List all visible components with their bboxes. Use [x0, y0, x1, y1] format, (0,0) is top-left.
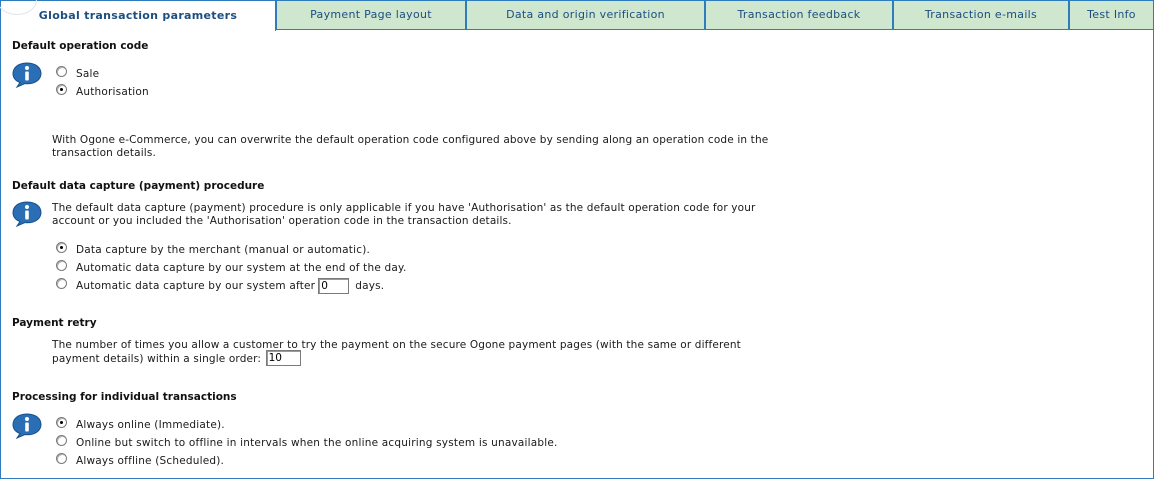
radio-button[interactable]: [56, 417, 67, 428]
radio-label: Authorisation: [76, 86, 149, 98]
radio-button[interactable]: [56, 66, 67, 77]
section-heading-default-operation: Default operation code: [12, 40, 149, 52]
radio-option-authorisation[interactable]: Authorisation: [56, 84, 149, 100]
radio-option-capture-after-days[interactable]: Automatic data capture by our system aft…: [56, 278, 384, 294]
tab-transaction-emails[interactable]: Transaction e-mails: [893, 0, 1069, 30]
info-icon: [12, 62, 42, 88]
section-heading-data-capture: Default data capture (payment) procedure: [12, 180, 265, 192]
radio-label: Online but switch to offline in interval…: [76, 437, 558, 449]
radio-option-sale[interactable]: Sale: [56, 66, 99, 82]
radio-button[interactable]: [56, 84, 67, 95]
tab-label: Transaction feedback: [737, 8, 861, 21]
radio-button[interactable]: [56, 453, 67, 464]
radio-label: Data capture by the merchant (manual or …: [76, 244, 371, 256]
radio-option-online-switch-offline[interactable]: Online but switch to offline in interval…: [56, 435, 558, 451]
radio-button[interactable]: [56, 435, 67, 446]
tab-underline: [276, 29, 1154, 30]
tab-label: Data and origin verification: [506, 8, 665, 21]
radio-label: Always online (Immediate).: [76, 419, 225, 431]
radio-button[interactable]: [56, 242, 67, 253]
info-icon: [12, 413, 42, 439]
section-heading-payment-retry: Payment retry: [12, 317, 97, 329]
radio-button[interactable]: [56, 260, 67, 271]
tab-bar: Global transaction parameters Payment Pa…: [0, 0, 1154, 31]
payment-retry-text: The number of times you allow a customer…: [52, 339, 741, 365]
capture-days-input[interactable]: [318, 278, 350, 294]
tab-decoration: [0, 0, 37, 15]
tab-label: Test Info: [1087, 8, 1136, 21]
radio-label: Always offline (Scheduled).: [76, 455, 225, 467]
tab-label: Global transaction parameters: [38, 8, 238, 22]
radio-label: Automatic data capture by our system aft…: [76, 280, 316, 292]
data-capture-note: The default data capture (payment) proce…: [52, 202, 756, 227]
radio-option-end-of-day-capture[interactable]: Automatic data capture by our system at …: [56, 260, 407, 276]
radio-option-always-offline[interactable]: Always offline (Scheduled).: [56, 453, 224, 469]
days-label: days.: [355, 280, 385, 292]
tab-payment-page-layout[interactable]: Payment Page layout: [276, 0, 466, 30]
tab-label: Transaction e-mails: [924, 8, 1038, 21]
radio-option-always-online[interactable]: Always online (Immediate).: [56, 417, 225, 433]
payment-retry-note: The number of times you allow a customer…: [52, 339, 792, 366]
radio-label: Sale: [76, 68, 100, 80]
info-icon: [12, 201, 42, 227]
tab-label: Payment Page layout: [310, 8, 432, 21]
tab-data-origin-verification[interactable]: Data and origin verification: [466, 0, 705, 30]
radio-option-merchant-capture[interactable]: Data capture by the merchant (manual or …: [56, 242, 370, 258]
tab-transaction-feedback[interactable]: Transaction feedback: [705, 0, 893, 30]
tab-global-transaction-parameters[interactable]: Global transaction parameters: [0, 0, 276, 31]
radio-button[interactable]: [56, 278, 67, 289]
operation-code-note: With Ogone e-Commerce, you can overwrite…: [52, 134, 769, 159]
section-heading-processing: Processing for individual transactions: [12, 391, 237, 403]
payment-retry-input[interactable]: [265, 350, 301, 366]
radio-label: Automatic data capture by our system at …: [76, 262, 407, 274]
tab-test-info[interactable]: Test Info: [1069, 0, 1154, 30]
